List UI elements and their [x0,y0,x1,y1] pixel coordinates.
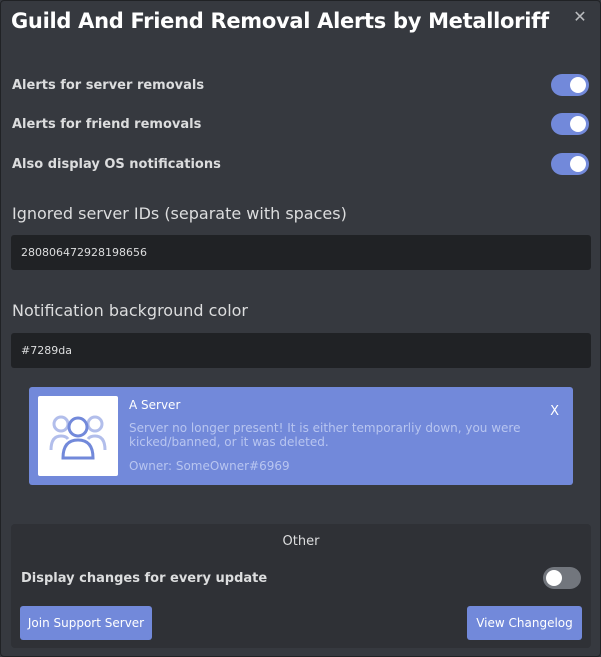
ignored-ids-label: Ignored server IDs (separate with spaces… [12,204,347,223]
os-notifications-toggle[interactable] [551,153,589,175]
join-support-server-button[interactable]: Join Support Server [20,606,152,640]
group-icon [49,415,107,460]
setting-os-notifications: Also display OS notifications [12,152,589,176]
setting-label: Also display OS notifications [12,156,221,172]
notification-owner: Owner: SomeOwner#6969 [129,459,290,473]
other-section-title: Other [282,534,320,549]
friend-removals-toggle[interactable] [551,113,589,135]
setting-label: Alerts for friend removals [12,116,202,132]
setting-friend-removals: Alerts for friend removals [12,112,589,136]
toggle-knob [570,77,586,93]
server-avatar [38,396,118,476]
modal-title: Guild And Friend Removal Alerts by Metal… [11,9,549,33]
setting-display-changes: Display changes for every update [21,566,581,590]
setting-label: Display changes for every update [21,570,268,586]
notification-server-name: A Server [129,398,181,412]
server-removals-toggle[interactable] [551,74,589,96]
bg-color-label: Notification background color [12,301,249,320]
view-changelog-button[interactable]: View Changelog [467,606,582,640]
display-changes-toggle[interactable] [543,567,581,589]
setting-server-removals: Alerts for server removals [12,73,589,97]
toggle-knob [546,570,562,586]
toggle-knob [570,116,586,132]
setting-label: Alerts for server removals [12,77,205,93]
settings-modal: Guild And Friend Removal Alerts by Metal… [0,0,601,657]
notification-preview: A Server Server no longer present! It is… [29,387,573,485]
close-icon[interactable]: ✕ [572,7,588,27]
toggle-knob [570,156,586,172]
notification-message: Server no longer present! It is either t… [129,421,521,449]
other-section: Other Display changes for every update J… [11,524,591,648]
ignored-ids-input[interactable]: 280806472928198656 [11,235,591,270]
bg-color-input[interactable]: #7289da [11,333,591,368]
notification-close-button[interactable]: X [550,404,559,419]
